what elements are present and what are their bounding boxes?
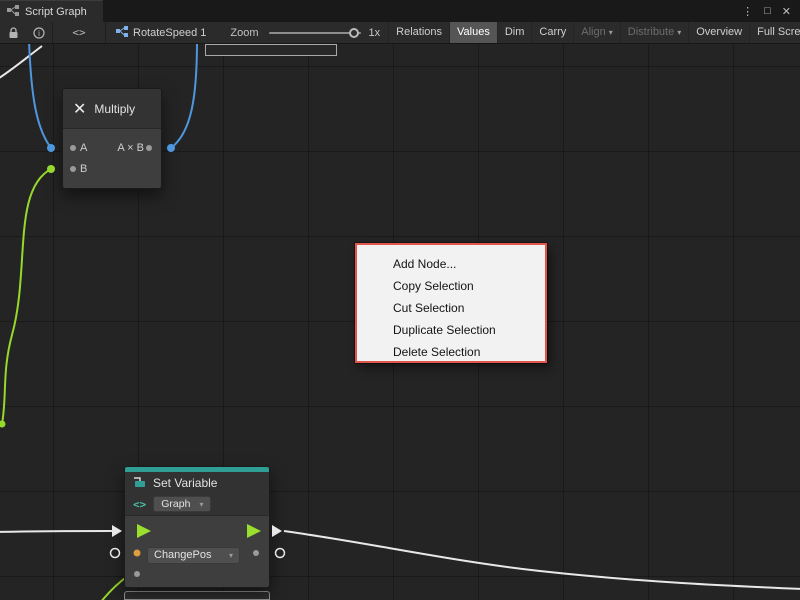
menu-item-duplicate-selection[interactable]: Duplicate Selection bbox=[357, 319, 545, 341]
tab-bar: Script Graph ⋮ □ ✕ bbox=[0, 0, 800, 22]
values-button[interactable]: Values bbox=[449, 22, 497, 44]
zoom-slider-knob[interactable] bbox=[349, 28, 359, 38]
window-controls: ⋮ □ ✕ bbox=[742, 0, 800, 22]
multiply-node-header[interactable]: ✕ Multiply bbox=[63, 89, 161, 129]
info-icon[interactable]: i bbox=[26, 22, 52, 44]
multiply-row-a: A A × B bbox=[63, 137, 161, 158]
wire-white-from-setvar[interactable] bbox=[284, 531, 800, 589]
tab-script-graph[interactable]: Script Graph bbox=[0, 0, 103, 22]
set-variable-icon bbox=[132, 474, 147, 492]
variable-scope-dropdown[interactable]: Graph ▾ bbox=[153, 496, 211, 512]
tab-label: Script Graph bbox=[25, 6, 87, 18]
chevron-down-icon: ▾ bbox=[609, 28, 613, 37]
graph-toolbar: i <> RotateSpeed 1 Zoom 1x Relations Val… bbox=[0, 22, 800, 44]
set-variable-extra-row bbox=[125, 568, 269, 590]
port-result-label: A × B bbox=[117, 142, 144, 154]
carry-button[interactable]: Carry bbox=[531, 22, 573, 44]
wire-blue-into-multiply-a[interactable] bbox=[29, 40, 51, 148]
set-variable-variable-row: ChangePos ▾ bbox=[125, 542, 269, 568]
menu-item-copy-selection[interactable]: Copy Selection bbox=[357, 275, 545, 297]
dim-button[interactable]: Dim bbox=[497, 22, 532, 44]
variable-name-label: ChangePos bbox=[154, 549, 212, 561]
variable-name-dropdown[interactable]: ChangePos ▾ bbox=[147, 547, 240, 564]
zoom-label: Zoom bbox=[216, 27, 262, 39]
full-screen-button[interactable]: Full Screen bbox=[749, 22, 800, 44]
lock-icon[interactable] bbox=[0, 22, 26, 44]
relations-button[interactable]: Relations bbox=[388, 22, 449, 44]
unity-script-graph-window: ✕ Multiply A A × B B Set V bbox=[0, 0, 800, 600]
window-menu-icon[interactable]: ⋮ bbox=[742, 5, 753, 18]
multiply-node-body: A A × B B bbox=[63, 129, 161, 179]
port-b-label: B bbox=[80, 163, 87, 175]
offscreen-node-bottom[interactable] bbox=[124, 591, 270, 600]
multiply-node[interactable]: ✕ Multiply A A × B B bbox=[62, 88, 162, 189]
variable-scope-label: Graph bbox=[161, 498, 190, 510]
graph-breadcrumb[interactable]: RotateSpeed 1 bbox=[106, 26, 216, 40]
align-dropdown-button[interactable]: Align ▾ bbox=[573, 22, 619, 44]
multiply-node-title: Multiply bbox=[94, 102, 135, 116]
multiply-icon: ✕ bbox=[73, 99, 86, 119]
code-view-icon[interactable]: <> bbox=[53, 22, 105, 44]
chevron-down-icon: ▾ bbox=[229, 551, 233, 560]
maximize-icon[interactable]: □ bbox=[764, 5, 771, 17]
close-icon[interactable]: ✕ bbox=[782, 5, 791, 18]
context-menu: Add Node... Copy Selection Cut Selection… bbox=[355, 243, 547, 363]
wire-blue-from-multiply-out[interactable] bbox=[171, 40, 197, 148]
distribute-label: Distribute bbox=[628, 26, 674, 38]
distribute-dropdown-button[interactable]: Distribute▾ bbox=[620, 22, 688, 44]
port-a-label: A bbox=[80, 142, 87, 154]
offscreen-node-top[interactable] bbox=[205, 44, 337, 56]
chevron-down-icon: ▾ bbox=[199, 500, 203, 509]
overview-button[interactable]: Overview bbox=[688, 22, 749, 44]
code-icon: <> bbox=[133, 498, 146, 511]
set-variable-header[interactable]: Set Variable <> Graph ▾ bbox=[125, 472, 269, 516]
graph-asset-icon bbox=[116, 26, 128, 40]
set-variable-title: Set Variable bbox=[153, 476, 217, 490]
set-variable-node[interactable]: Set Variable <> Graph ▾ ChangePos ▾ bbox=[124, 466, 270, 588]
script-graph-icon bbox=[7, 5, 19, 19]
menu-item-cut-selection[interactable]: Cut Selection bbox=[357, 297, 545, 319]
chevron-down-icon: ▾ bbox=[677, 28, 681, 37]
menu-item-add-node[interactable]: Add Node... bbox=[357, 253, 545, 275]
set-variable-flow-row bbox=[125, 516, 269, 542]
zoom-slider[interactable] bbox=[267, 22, 363, 44]
wire-white-into-setvar[interactable] bbox=[0, 531, 112, 532]
multiply-row-b: B bbox=[63, 158, 161, 179]
wire-white-top-left[interactable] bbox=[0, 46, 42, 80]
svg-text:i: i bbox=[38, 29, 40, 38]
zoom-value: 1x bbox=[367, 27, 389, 39]
zoom-slider-track bbox=[269, 32, 361, 34]
wire-green-into-multiply-b[interactable] bbox=[2, 169, 51, 424]
graph-name-label: RotateSpeed 1 bbox=[133, 27, 206, 39]
menu-item-delete-selection[interactable]: Delete Selection bbox=[357, 341, 545, 363]
align-label: Align bbox=[581, 26, 605, 38]
